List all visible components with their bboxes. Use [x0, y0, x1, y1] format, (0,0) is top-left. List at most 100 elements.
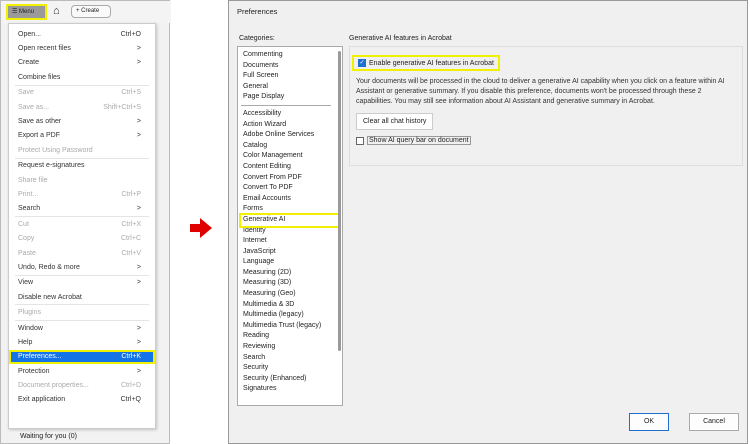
arrow-right-icon — [190, 218, 212, 238]
category-multimedia-trust-legacy[interactable]: Multimedia Trust (legacy) — [241, 321, 339, 332]
description-text: Your documents will be processed in the … — [356, 78, 725, 105]
home-icon[interactable]: ⌂ — [53, 5, 60, 17]
cancel-button[interactable]: Cancel — [689, 413, 739, 431]
menu-item-document-properties[interactable]: Document properties... Ctrl+D — [9, 378, 155, 392]
menu-item-window[interactable]: Window > — [9, 321, 155, 335]
menu-item-save-as[interactable]: Save as... Shift+Ctrl+S — [9, 100, 155, 114]
menu-item-undo-redo-more[interactable]: Undo, Redo & more > — [9, 260, 155, 274]
menu-item-protect-using-password[interactable]: Protect Using Password — [9, 143, 155, 157]
category-commenting[interactable]: Commenting — [241, 50, 339, 61]
category-multimedia-3d[interactable]: Multimedia & 3D — [241, 300, 339, 311]
category-color-management[interactable]: Color Management — [241, 151, 339, 162]
menu-item-label: Document properties... — [18, 382, 89, 390]
category-measuring-2d[interactable]: Measuring (2D) — [241, 268, 339, 279]
category-measuring-geo[interactable]: Measuring (Geo) — [241, 289, 339, 300]
category-search[interactable]: Search — [241, 353, 339, 364]
menu-item-export-a-pdf[interactable]: Export a PDF > — [9, 129, 155, 143]
categories-list[interactable]: Commenting Documents Full Screen General Pag… — [237, 46, 343, 406]
scrollbar[interactable] — [338, 51, 341, 351]
menu-item-shortcut: Ctrl+K — [121, 353, 141, 361]
category-full-screen[interactable]: Full Screen — [241, 71, 339, 82]
category-convert-from-pdf[interactable]: Convert From PDF — [241, 173, 339, 184]
menu-item-open[interactable]: Open... Ctrl+O — [9, 27, 155, 41]
menu-item-print[interactable]: Print... Ctrl+P — [9, 187, 155, 201]
category-page-display[interactable]: Page Display — [241, 92, 339, 103]
menu-item-label: Save as... — [18, 103, 50, 111]
menu-item-shortcut: Ctrl+P — [121, 190, 141, 198]
menu-item-plugins[interactable]: Plugins — [9, 305, 155, 319]
ok-button[interactable]: OK — [629, 413, 669, 431]
chevron-right-icon: > — [136, 263, 141, 271]
main-menu: Open... Ctrl+O Open recent files > Create > Co… — [8, 23, 156, 429]
chevron-right-icon: > — [136, 59, 141, 67]
menu-item-label: Protection — [18, 367, 50, 375]
chevron-right-icon: > — [136, 324, 141, 332]
category-adobe-online-services[interactable]: Adobe Online Services — [241, 130, 339, 141]
menu-item-label: Protect Using Password — [18, 146, 93, 154]
checkbox-unchecked-icon — [356, 136, 364, 145]
menu-item-label: Disable new Acrobat — [18, 293, 82, 301]
category-javascript[interactable]: JavaScript — [241, 247, 339, 258]
show-query-bar-checkbox[interactable]: Show AI query bar on document — [356, 136, 736, 145]
menu-item-open-recent-files[interactable]: Open recent files > — [9, 41, 155, 55]
category-language[interactable]: Language — [241, 257, 339, 268]
menu-item-label: Create — [18, 59, 40, 67]
clear-chat-history-button[interactable]: Clear all chat history — [356, 113, 434, 130]
category-identity[interactable]: Identity — [241, 226, 339, 237]
menu-item-label: Export a PDF — [18, 132, 61, 140]
menu-item-cut[interactable]: Cut Ctrl+X — [9, 217, 155, 231]
menu-item-shortcut: Ctrl+D — [120, 382, 141, 390]
category-security[interactable]: Security — [241, 363, 339, 374]
menu-item-combine-files[interactable]: Combine files — [9, 70, 155, 84]
menu-item-help[interactable]: Help > — [9, 335, 155, 349]
category-documents[interactable]: Documents — [241, 61, 339, 72]
category-action-wizard[interactable]: Action Wizard — [241, 120, 339, 131]
menu-item-disable-new-acrobat[interactable]: Disable new Acrobat — [9, 290, 155, 304]
menu-item-label: Open recent files — [18, 45, 71, 53]
menu-item-preferences[interactable]: Preferences... Ctrl+K — [9, 349, 155, 364]
menu-item-label: Print... — [18, 190, 39, 198]
category-reviewing[interactable]: Reviewing — [241, 342, 339, 353]
menu-item-label: Save — [18, 89, 34, 97]
menu-item-shortcut: Ctrl+S — [121, 89, 141, 97]
category-generative-ai[interactable]: Generative AI — [239, 212, 341, 228]
category-accessibility[interactable]: Accessibility — [241, 109, 339, 120]
chevron-right-icon: > — [136, 279, 141, 287]
menu-item-label: Exit application — [18, 396, 66, 404]
category-content-editing[interactable]: Content Editing — [241, 162, 339, 173]
menu-item-save[interactable]: Save Ctrl+S — [9, 86, 155, 100]
category-signatures[interactable]: Signatures — [241, 384, 339, 395]
menu-item-label: View — [18, 279, 34, 287]
category-convert-to-pdf[interactable]: Convert To PDF — [241, 183, 339, 194]
menu-item-label: Preferences... — [18, 353, 62, 361]
menu-item-request-e-signatures[interactable]: Request e-signatures — [9, 159, 155, 173]
chevron-right-icon: > — [136, 118, 141, 126]
menu-item-label: Paste — [18, 249, 36, 257]
menu-item-shortcut: Ctrl+V — [121, 249, 141, 257]
category-forms[interactable]: Forms — [241, 204, 339, 215]
enable-generative-ai-checkbox[interactable]: ✓ Enable generative AI features in Acroba… — [352, 55, 500, 71]
menu-item-share-file[interactable]: Share file — [9, 173, 155, 187]
category-internet[interactable]: Internet — [241, 236, 339, 247]
menu-item-paste[interactable]: Paste Ctrl+V — [9, 246, 155, 260]
category-multimedia-legacy[interactable]: Multimedia (legacy) — [241, 310, 339, 321]
menu-item-copy[interactable]: Copy Ctrl+C — [9, 231, 155, 245]
category-security-enhanced[interactable]: Security (Enhanced) — [241, 374, 339, 385]
category-general[interactable]: General — [241, 82, 339, 93]
menu-item-protection[interactable]: Protection > — [9, 364, 155, 378]
category-reading[interactable]: Reading — [241, 331, 339, 342]
menu-item-search[interactable]: Search > — [9, 202, 155, 216]
create-button[interactable]: + Create — [71, 5, 111, 18]
menu-item-create[interactable]: Create > — [9, 56, 155, 70]
menu-item-view[interactable]: View > — [9, 276, 155, 290]
category-catalog[interactable]: Catalog — [241, 141, 339, 152]
chevron-right-icon: > — [136, 45, 141, 53]
menu-item-save-as-other[interactable]: Save as other > — [9, 114, 155, 128]
category-email-accounts[interactable]: Email Accounts — [241, 194, 339, 205]
category-measuring-3d[interactable]: Measuring (3D) — [241, 278, 339, 289]
menu-button[interactable]: ☰ Menu — [6, 4, 47, 20]
group-label: Generative AI features in Acrobat — [349, 35, 452, 42]
menu-item-exit-application[interactable]: Exit application Ctrl+Q — [9, 393, 155, 407]
hamburger-icon: ☰ — [12, 9, 20, 15]
generative-ai-group: Generative AI features in Acrobat ✓ Enabl… — [349, 35, 743, 405]
